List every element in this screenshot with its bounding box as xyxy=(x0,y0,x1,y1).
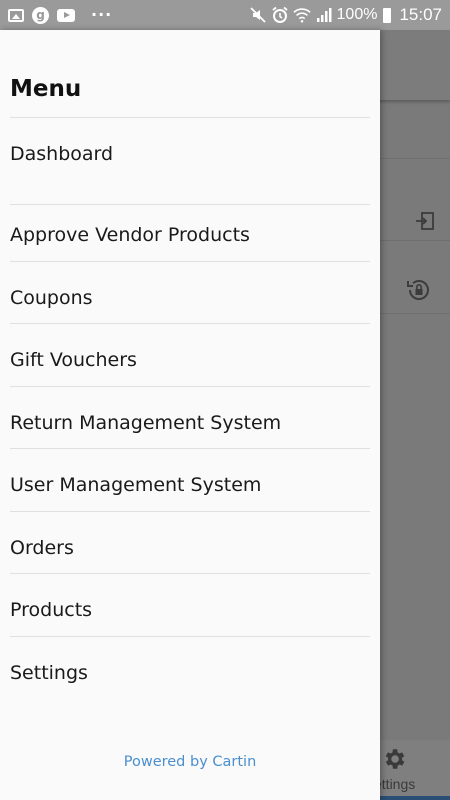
status-bar-left: g ··· xyxy=(8,6,112,24)
menu-item-label: User Management System xyxy=(10,474,262,496)
status-bar-right: 100% 15:07 xyxy=(249,5,442,25)
menu-item-user-management-system[interactable]: User Management System xyxy=(0,449,380,509)
signal-icon xyxy=(316,8,332,22)
bottom-nav-settings-label: ettings xyxy=(374,776,416,792)
menu-item-gift-vouchers[interactable]: Gift Vouchers xyxy=(0,324,380,384)
menu-item-settings[interactable]: Settings xyxy=(0,637,380,697)
menu-item-label: Settings xyxy=(10,662,88,684)
login-icon[interactable] xyxy=(414,210,436,232)
mute-icon xyxy=(249,7,266,23)
background-divider xyxy=(380,240,450,241)
gallery-icon xyxy=(8,8,24,22)
background-divider xyxy=(380,158,450,159)
menu-item-approve-vendor-products[interactable]: Approve Vendor Products xyxy=(0,205,380,265)
menu-item-orders[interactable]: Orders xyxy=(0,512,380,572)
youtube-icon xyxy=(57,8,75,22)
background-divider xyxy=(380,313,450,314)
more-notifications-icon: ··· xyxy=(91,5,113,24)
alarm-icon xyxy=(271,6,288,23)
powered-by-link[interactable]: Powered by Cartin xyxy=(0,754,380,770)
google-icon: g xyxy=(32,6,49,24)
bottom-nav-settings[interactable]: ettings xyxy=(370,740,450,800)
menu-item-label: Orders xyxy=(10,537,74,559)
restore-lock-icon[interactable] xyxy=(405,276,433,304)
wifi-icon xyxy=(292,8,311,23)
status-bar: g ··· 100% 15:07 xyxy=(0,0,450,30)
menu-item-products[interactable]: Products xyxy=(0,574,380,634)
menu-item-label: Gift Vouchers xyxy=(10,349,137,371)
menu-item-label: Approve Vendor Products xyxy=(10,224,250,246)
clock: 15:07 xyxy=(399,5,442,24)
menu-item-label: Return Management System xyxy=(10,412,282,434)
bottom-nav-indicator xyxy=(370,796,450,800)
menu-item-dashboard[interactable]: Dashboard xyxy=(0,118,380,204)
navigation-drawer: Menu Dashboard Approve Vendor Products C… xyxy=(0,30,380,800)
gear-icon xyxy=(385,749,405,769)
menu-item-coupons[interactable]: Coupons xyxy=(0,262,380,322)
battery-percent: 100% xyxy=(336,6,378,23)
battery-icon xyxy=(383,7,392,23)
menu-item-label: Dashboard xyxy=(10,143,114,165)
menu-item-label: Coupons xyxy=(10,287,93,309)
menu-item-return-management-system[interactable]: Return Management System xyxy=(0,387,380,447)
menu-item-label: Products xyxy=(10,599,93,621)
drawer-title: Menu xyxy=(10,76,82,102)
